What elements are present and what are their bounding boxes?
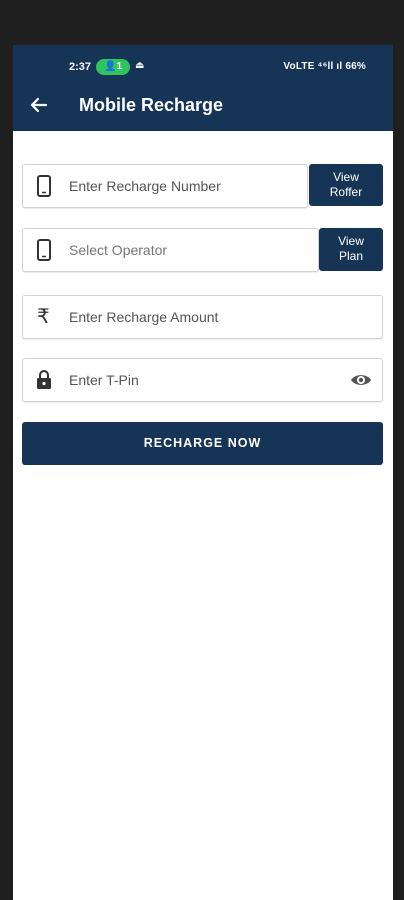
view-roffer-label-line1: View: [333, 170, 359, 184]
select-operator-field[interactable]: Select Operator: [22, 228, 319, 272]
view-roffer-label-line2: Roffer: [329, 185, 363, 199]
status-indicators: VoLTE ⁴⁶ll ıl 66%: [283, 61, 366, 72]
rupee-icon: ₹: [37, 306, 50, 328]
back-arrow-icon[interactable]: [29, 95, 49, 115]
page-title: Mobile Recharge: [79, 95, 224, 115]
view-plan-button[interactable]: View Plan: [319, 228, 383, 271]
eye-icon[interactable]: [350, 372, 372, 388]
recharge-number-placeholder: Enter Recharge Number: [69, 178, 221, 194]
call-badge: 👤1: [96, 59, 130, 75]
tpin-field[interactable]: Enter T-Pin: [22, 358, 383, 402]
mobile-phone-icon: [37, 175, 51, 197]
app-header: 2:37 👤1 ⏏ VoLTE ⁴⁶ll ıl 66% Mobile Recha…: [13, 45, 393, 131]
view-roffer-button[interactable]: View Roffer: [309, 164, 383, 206]
view-plan-label-line1: View: [338, 234, 364, 248]
recharge-amount-placeholder: Enter Recharge Amount: [69, 309, 219, 325]
notification-icon: ⏏: [135, 60, 145, 71]
phone-screen: 2:37 👤1 ⏏ VoLTE ⁴⁶ll ıl 66% Mobile Recha…: [13, 45, 393, 900]
recharge-amount-field[interactable]: ₹ Enter Recharge Amount: [22, 295, 383, 339]
view-plan-label-line2: Plan: [338, 249, 364, 263]
recharge-now-button[interactable]: RECHARGE NOW: [22, 422, 383, 465]
mobile-phone-icon: [37, 239, 51, 261]
call-badge-count: 1: [116, 61, 122, 72]
tpin-placeholder: Enter T-Pin: [69, 372, 139, 388]
person-icon: 👤: [103, 61, 117, 72]
lock-icon: [37, 370, 51, 389]
screen-top-bar: [0, 0, 404, 42]
status-time: 2:37: [69, 61, 92, 73]
status-bar: 2:37 👤1 ⏏ VoLTE ⁴⁶ll ıl 66%: [13, 59, 393, 77]
recharge-number-field[interactable]: Enter Recharge Number: [22, 164, 308, 208]
select-operator-placeholder: Select Operator: [69, 242, 168, 258]
